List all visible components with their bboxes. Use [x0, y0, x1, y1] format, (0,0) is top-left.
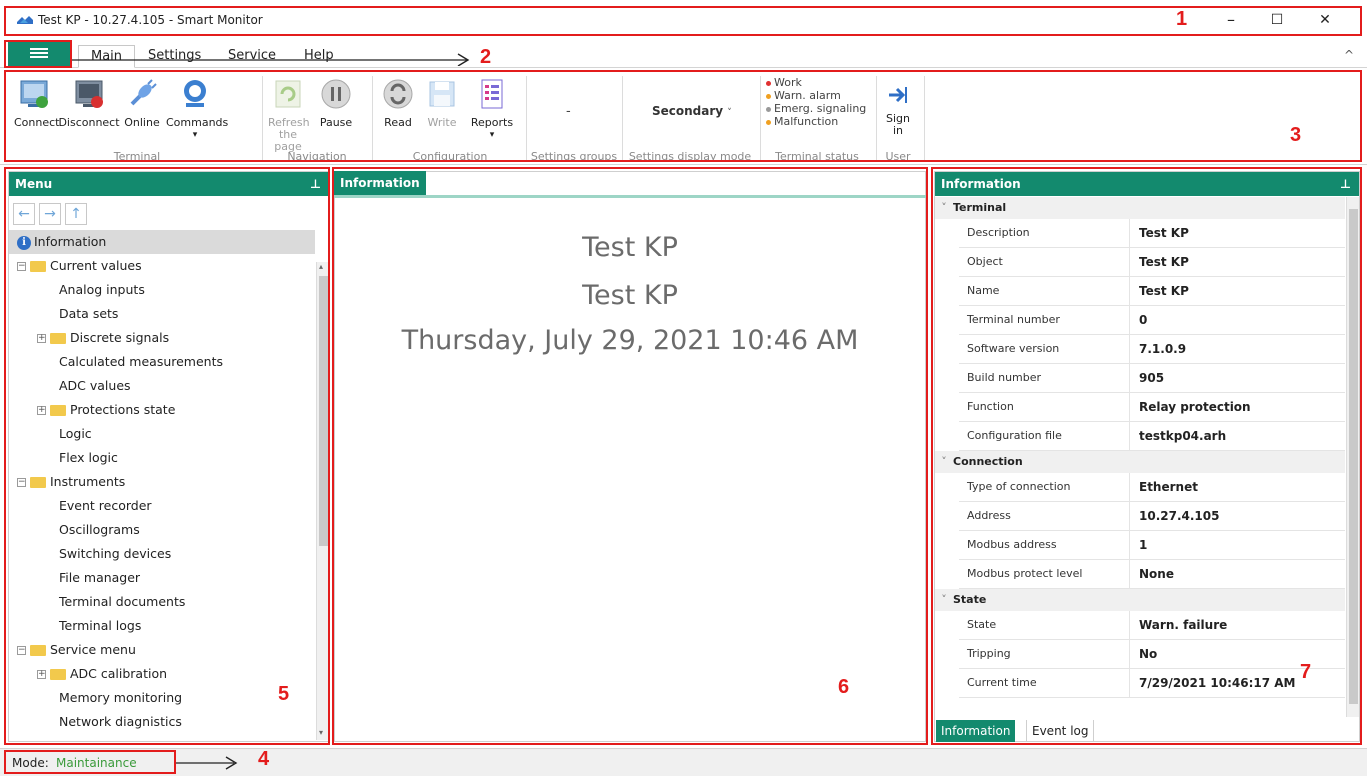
- annotation-box-6: [332, 167, 928, 745]
- annotation-number-5: 5: [278, 683, 290, 705]
- annotation-arrow-2: [72, 53, 470, 66]
- annotation-number-1: 1: [1176, 8, 1188, 30]
- annotation-box-3: [4, 70, 1362, 162]
- annotation-box-7: [931, 167, 1362, 745]
- collapse-ribbon-icon[interactable]: ^: [1344, 48, 1354, 62]
- annotation-number-6: 6: [838, 676, 850, 698]
- annotation-box-2: [4, 40, 72, 68]
- annotation-number-3: 3: [1290, 124, 1302, 146]
- annotation-box-5: [4, 167, 330, 745]
- annotation-arrow-4: [176, 756, 238, 770]
- annotation-number-4: 4: [258, 748, 270, 770]
- annotation-box-4: [4, 750, 176, 774]
- annotation-box-1: [4, 6, 1362, 36]
- annotation-number-7: 7: [1300, 661, 1312, 683]
- annotation-number-2: 2: [480, 46, 492, 68]
